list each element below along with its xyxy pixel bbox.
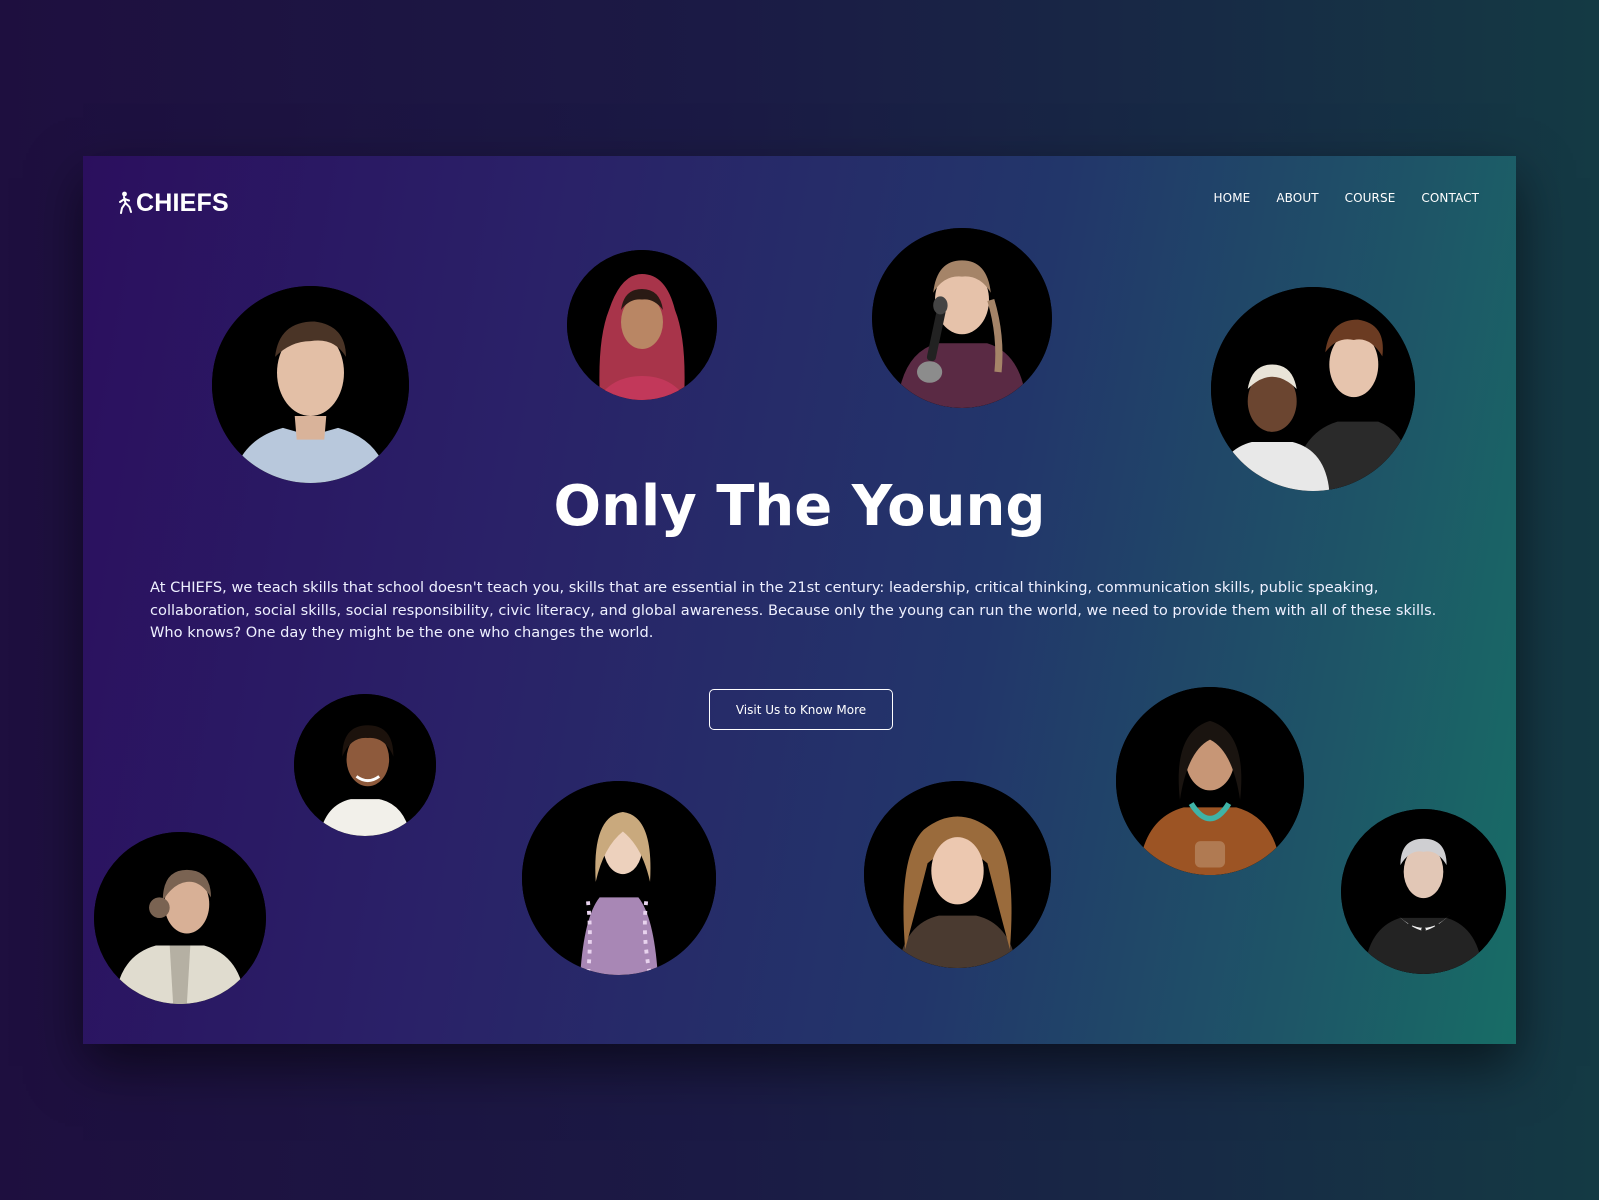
brand-name: CHIEFS — [136, 188, 229, 217]
portrait-woman-blazer — [94, 832, 266, 1004]
portrait-boy-ruffled-collar — [1341, 809, 1506, 974]
nav-contact[interactable]: CONTACT — [1421, 191, 1479, 205]
portrait-girl-headscarf — [567, 250, 717, 400]
portrait-singer-sequin-dress — [522, 781, 716, 975]
portrait-young-woman-smiling — [294, 694, 436, 836]
nav-home[interactable]: HOME — [1214, 191, 1251, 205]
portrait-young-man-blue-shirt — [212, 286, 409, 483]
hero-title: Only The Young — [553, 474, 1046, 539]
hero-description: At CHIEFS, we teach skills that school d… — [150, 579, 1437, 641]
visit-us-button[interactable]: Visit Us to Know More — [709, 689, 893, 730]
hero-frame: CHIEFS HOME ABOUT COURSE CONTACT Only Th… — [83, 156, 1516, 1044]
portrait-girl-curly-hair — [864, 781, 1051, 968]
nav-about[interactable]: ABOUT — [1276, 191, 1318, 205]
portrait-two-young-activists — [1211, 287, 1415, 491]
portrait-woman-turquoise-necklace — [1116, 687, 1304, 875]
portrait-girl-microphone — [872, 228, 1052, 408]
main-nav: HOME ABOUT COURSE CONTACT — [1214, 191, 1479, 205]
nav-course[interactable]: COURSE — [1345, 191, 1396, 205]
brand-logo[interactable]: CHIEFS — [118, 186, 229, 220]
running-figure-icon — [118, 191, 134, 215]
